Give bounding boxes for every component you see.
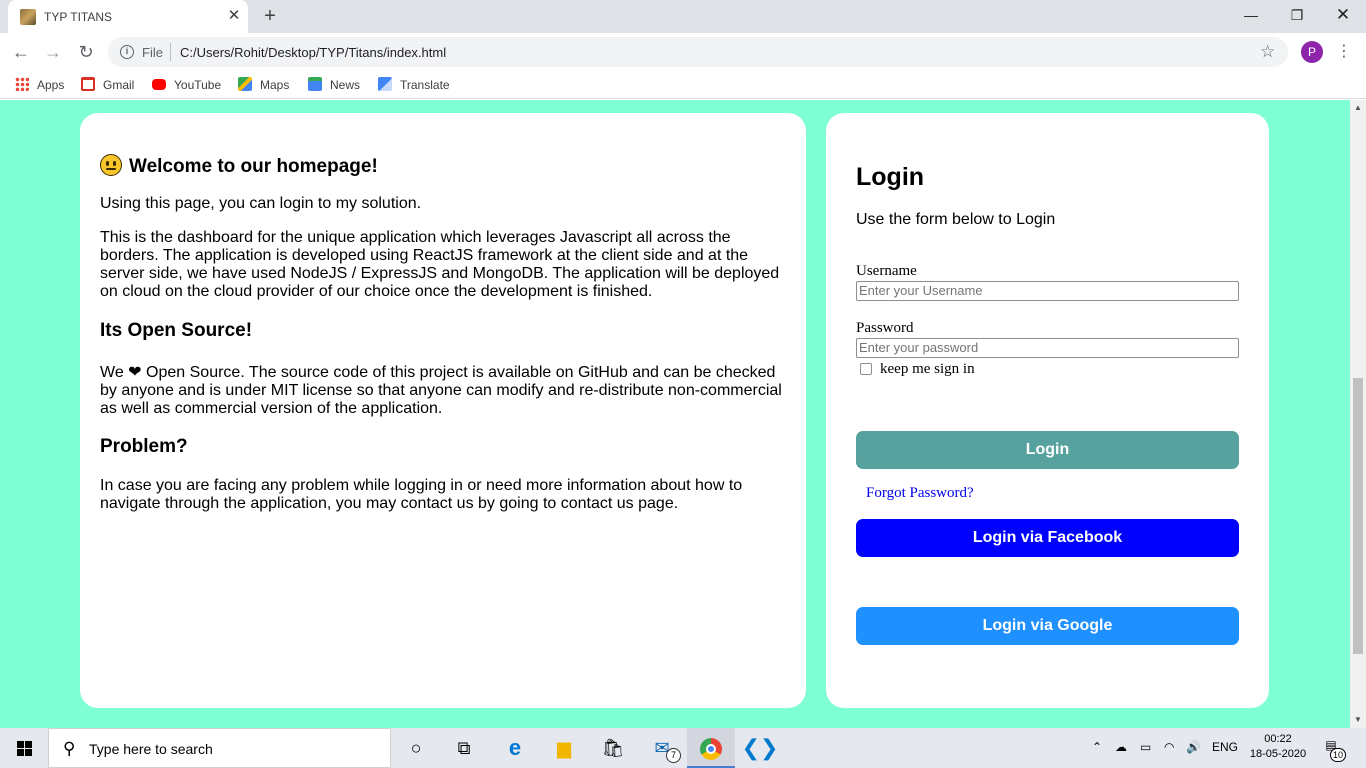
bookmark-maps[interactable]: Maps <box>238 77 289 93</box>
chrome-icon[interactable] <box>687 728 735 768</box>
bookmark-gmail[interactable]: Gmail <box>81 77 134 93</box>
taskbar: ⚲ Type here to search ○ ⧉ e ▆ 🛍 ✉ 7 ❮❯ ⌃… <box>0 728 1366 768</box>
mail-icon[interactable]: ✉ <box>638 728 686 768</box>
youtube-icon <box>152 79 166 90</box>
bookmark-youtube[interactable]: YouTube <box>152 77 221 93</box>
start-button[interactable] <box>0 728 48 768</box>
address-bar[interactable]: i File C:/Users/Rohit/Desktop/TYP/Titans… <box>108 37 1288 67</box>
minimize-button[interactable]: — <box>1228 0 1274 33</box>
store-icon[interactable]: 🛍 <box>589 728 637 768</box>
browser-toolbar: ← → ↻ i File C:/Users/Rohit/Desktop/TYP/… <box>0 33 1366 71</box>
page-viewport: Welcome to our homepage! Using this page… <box>0 100 1350 728</box>
clock-date: 18-05-2020 <box>1249 748 1307 760</box>
bookmarks-bar: Apps Gmail YouTube Maps News Translate <box>0 71 1366 99</box>
bookmark-news[interactable]: News <box>308 77 360 93</box>
system-clock[interactable]: 00:22 18-05-2020 <box>1248 732 1308 762</box>
login-card: Login Use the form below to Login Userna… <box>826 113 1269 708</box>
page-scrollbar[interactable]: ▲ ▼ <box>1350 100 1366 728</box>
task-view-icon[interactable]: ⧉ <box>440 728 488 768</box>
onedrive-icon[interactable]: ☁ <box>1115 740 1127 754</box>
problem-body: In case you are facing any problem while… <box>100 477 743 512</box>
open-source-heading: Its Open Source! <box>100 320 253 341</box>
bookmark-star-icon[interactable]: ☆ <box>1260 42 1275 62</box>
welcome-intro: Using this page, you can login to my sol… <box>100 195 422 212</box>
site-favicon-icon <box>20 9 36 25</box>
mail-badge: 7 <box>666 748 681 763</box>
taskbar-search[interactable]: ⚲ Type here to search <box>48 728 391 768</box>
scroll-down-icon[interactable]: ▼ <box>1350 712 1366 728</box>
battery-icon[interactable]: ▭ <box>1140 740 1151 754</box>
url-divider <box>170 43 171 61</box>
windows-logo-icon <box>17 741 32 756</box>
login-title: Login <box>856 163 925 191</box>
tab-title: TYP TITANS <box>44 10 113 24</box>
gmail-icon <box>81 77 95 91</box>
forward-button[interactable]: → <box>40 39 66 65</box>
login-subtitle: Use the form below to Login <box>856 211 1056 228</box>
login-button[interactable]: Login <box>856 431 1239 469</box>
window-close-button[interactable]: ✕ <box>1320 0 1366 33</box>
clock-time: 00:22 <box>1264 733 1292 745</box>
profile-avatar[interactable]: P <box>1301 41 1323 63</box>
forgot-password-link[interactable]: Forgot Password? <box>866 485 974 502</box>
apps-grid-icon <box>15 77 29 91</box>
scrollbar-thumb[interactable] <box>1353 378 1363 654</box>
maps-icon <box>238 77 252 91</box>
vscode-icon[interactable]: ❮❯ <box>736 728 784 768</box>
welcome-body: This is the dashboard for the unique app… <box>100 229 780 300</box>
language-indicator[interactable]: ENG <box>1212 740 1238 754</box>
google-login-button[interactable]: Login via Google <box>856 607 1239 645</box>
restore-button[interactable]: ❐ <box>1274 0 1320 33</box>
tray-chevron-icon[interactable]: ⌃ <box>1092 740 1102 754</box>
volume-icon[interactable]: 🔊 <box>1186 740 1201 754</box>
smiley-icon <box>100 154 122 176</box>
welcome-heading: Welcome to our homepage! <box>100 154 378 178</box>
cortana-icon[interactable]: ○ <box>392 728 440 768</box>
bookmark-apps[interactable]: Apps <box>15 77 64 93</box>
new-tab-button[interactable]: + <box>258 5 282 29</box>
site-info-icon[interactable]: i <box>120 45 134 59</box>
facebook-login-button[interactable]: Login via Facebook <box>856 519 1239 557</box>
password-input[interactable]: Enter your password <box>856 338 1239 358</box>
password-label: Password <box>856 320 914 336</box>
problem-heading: Problem? <box>100 436 188 457</box>
url-text[interactable]: C:/Users/Rohit/Desktop/TYP/Titans/index.… <box>180 45 446 60</box>
tab-strip: TYP TITANS ✕ + — ❐ ✕ <box>0 0 1366 33</box>
wifi-icon[interactable]: ◠ <box>1164 740 1174 754</box>
translate-icon <box>378 77 392 91</box>
file-explorer-icon[interactable]: ▆ <box>540 728 588 768</box>
browser-menu-icon[interactable]: ⋮ <box>1336 39 1352 65</box>
news-icon <box>308 77 322 91</box>
open-source-body: We ❤ Open Source. The source code of thi… <box>100 364 782 417</box>
keep-signed-in-checkbox[interactable] <box>860 363 872 375</box>
welcome-card: Welcome to our homepage! Using this page… <box>80 113 806 708</box>
bookmark-translate[interactable]: Translate <box>378 77 450 93</box>
username-input[interactable]: Enter your Username <box>856 281 1239 301</box>
heart-icon: ❤ <box>128 364 142 381</box>
username-label: Username <box>856 263 917 279</box>
url-scheme: File <box>142 45 163 60</box>
tab-close-icon[interactable]: ✕ <box>225 7 243 25</box>
browser-tab[interactable]: TYP TITANS ✕ <box>8 0 248 33</box>
edge-icon[interactable]: e <box>491 728 539 768</box>
back-button[interactable]: ← <box>8 39 34 65</box>
search-icon: ⚲ <box>63 739 76 758</box>
reload-button[interactable]: ↻ <box>73 39 99 65</box>
notification-count: 10 <box>1330 748 1346 762</box>
scroll-up-icon[interactable]: ▲ <box>1350 100 1366 116</box>
keep-signed-in-label: keep me sign in <box>880 361 975 377</box>
taskbar-search-placeholder: Type here to search <box>89 741 213 757</box>
